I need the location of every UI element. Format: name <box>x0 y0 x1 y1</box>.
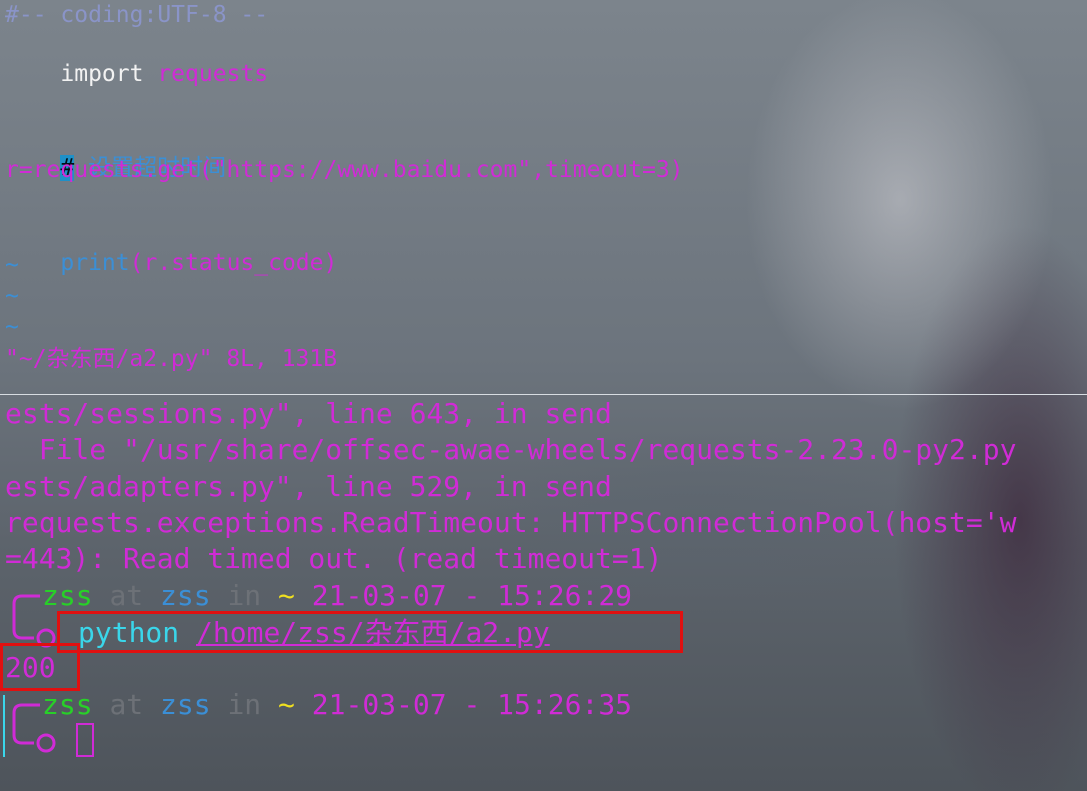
traceback-line: requests.exceptions.ReadTimeout: HTTPSCo… <box>5 506 1017 539</box>
prompt-line-1: zss at zss in ~ 21-03-07 - 15:26:29 <box>42 578 632 614</box>
prompt-dir: ~ <box>278 688 295 721</box>
highlight-box-output <box>0 643 80 691</box>
empty-line-tilde: ~ <box>5 252 19 278</box>
prompt-dir: ~ <box>278 579 295 612</box>
empty-line-tilde: ~ <box>5 314 19 340</box>
vim-editor-pane[interactable]: #-- coding:UTF-8 -- import requests # 设置… <box>0 0 1087 394</box>
traceback-line: File "/usr/share/offsec-awae-wheels/requ… <box>5 433 1017 466</box>
keyword-print: print <box>60 250 130 276</box>
traceback-line: ests/sessions.py", line 643, in send <box>5 397 612 430</box>
prompt-in: in <box>227 688 262 721</box>
terminal-input-cursor[interactable] <box>76 723 94 757</box>
code-line-7: print(r.status_code) <box>5 218 337 308</box>
module-name: requests <box>143 61 269 87</box>
pane-divider[interactable] <box>0 394 1087 395</box>
prompt-user: zss <box>42 579 93 612</box>
traceback-line: =443): Read timed out. (read timeout=1) <box>5 542 663 575</box>
prompt-in: in <box>227 579 262 612</box>
prompt-host: zss <box>160 579 211 612</box>
traceback-line: ests/adapters.py", line 529, in send <box>5 470 612 503</box>
prompt-user: zss <box>42 688 93 721</box>
prompt-at: at <box>109 688 144 721</box>
vim-status-line: "~/杂东西/a2.py" 8L, 131B <box>5 346 338 372</box>
print-args: (r.status_code) <box>129 250 338 276</box>
prompt-host: zss <box>160 688 211 721</box>
prompt-line-2: zss at zss in ~ 21-03-07 - 15:26:35 <box>42 687 632 723</box>
prompt-at: at <box>109 579 144 612</box>
keyword-import: import <box>60 61 144 87</box>
empty-line-tilde: ~ <box>5 283 19 309</box>
code-line-1: #-- coding:UTF-8 -- <box>5 2 269 28</box>
highlight-box-command <box>57 611 683 653</box>
cursor-line-indicator <box>3 695 5 757</box>
code-line-5: r=requests.get("https://www.baidu.com",t… <box>5 157 684 183</box>
prompt-timestamp: 21-03-07 - 15:26:35 <box>311 688 633 721</box>
prompt-timestamp: 21-03-07 - 15:26:29 <box>311 579 633 612</box>
code-line-2: import requests <box>5 29 268 119</box>
